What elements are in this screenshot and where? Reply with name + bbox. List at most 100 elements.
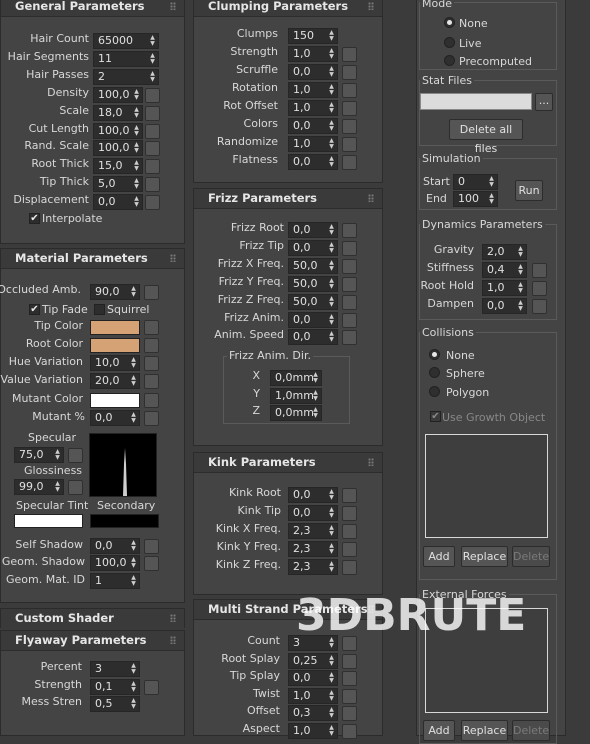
dynamics-root-hold-map-button[interactable] [532,281,547,296]
external-replace-button[interactable]: Replace [461,720,508,741]
spinner-arrows-icon[interactable]: ▲ ▼ [328,66,335,78]
dynamics-stiffness-spinner[interactable]: 0,4 ▲ ▼ [482,262,527,278]
secondary-swatch[interactable] [90,514,159,528]
spinner-arrows-icon[interactable]: ▲ ▼ [328,313,335,326]
collision-delete-button[interactable]: Delete [512,546,550,567]
kink-kink-x-freq-map-button[interactable] [342,524,357,539]
frizz-frizz-root-map-button[interactable] [342,223,357,238]
spinner-arrows-icon[interactable]: ▲ ▼ [312,372,319,384]
spinner-arrows-icon[interactable]: ▲ ▼ [328,241,335,254]
multi-strand-aspect-map-button[interactable] [342,723,357,739]
general-density-map-button[interactable] [145,87,160,103]
frizz-parameters-header[interactable]: Frizz Parameters [194,189,382,209]
hue-variation-map-button[interactable] [144,356,159,371]
dynamics-dampen-spinner[interactable]: 0,0 ▲ ▼ [482,298,527,314]
flyaway-percent-spinner[interactable]: 3 ▲ ▼ [90,661,140,677]
spinner-arrows-icon[interactable]: ▲ ▼ [130,680,137,693]
spinner-arrows-icon[interactable]: ▲ ▼ [133,160,140,172]
frizz-dir-z-spinner[interactable]: 0,0mm ▲ ▼ [270,405,322,421]
spinner-arrows-icon[interactable]: ▲ ▼ [328,561,335,573]
spinner-arrows-icon[interactable]: ▲ ▼ [517,282,524,294]
glossiness-spinner[interactable]: 99,0 ▲ ▼ [14,479,64,495]
clumping-rotation-spinner[interactable]: 1,0 ▲ ▼ [288,82,338,98]
general-tip-thick-spinner[interactable]: 5,0 ▲ ▼ [93,176,143,193]
clumping-clumps-spinner[interactable]: 150 ▲ ▼ [288,28,338,44]
collision-none-radio[interactable] [429,349,440,360]
kink-kink-y-freq-spinner[interactable]: 2,3 ▲ ▼ [288,541,338,557]
frizz-frizz-tip-spinner[interactable]: 0,0 ▲ ▼ [288,239,338,256]
spinner-arrows-icon[interactable]: ▲ ▼ [328,30,335,42]
geom-shadow-map-button[interactable] [144,556,159,571]
clumping-parameters-header[interactable]: Clumping Parameters [194,0,382,17]
spinner-arrows-icon[interactable]: ▲ ▼ [328,138,335,150]
clumping-strength-spinner[interactable]: 1,0 ▲ ▼ [288,46,338,62]
frizz-dir-y-spinner[interactable]: 1,0mm ▲ ▼ [270,387,322,404]
general-cut-length-map-button[interactable] [145,123,160,139]
tip-fade-checkbox[interactable]: ✔ [29,304,40,315]
general-rand-scale-spinner[interactable]: 100,0 ▲ ▼ [93,140,143,157]
sim-start-spinner[interactable]: 0 ▲ ▼ [453,174,498,190]
geom-shadow-spinner[interactable]: 100,0 ▲ ▼ [90,555,140,571]
spinner-arrows-icon[interactable]: ▲ ▼ [328,672,335,684]
clumping-scruffle-spinner[interactable]: 0,0 ▲ ▼ [288,64,338,80]
kink-kink-x-freq-spinner[interactable]: 2,3 ▲ ▼ [288,523,338,539]
squirrel-checkbox[interactable] [94,304,105,315]
spinner-arrows-icon[interactable]: ▲ ▼ [130,540,137,552]
frizz-anim-speed-map-button[interactable] [342,330,357,346]
kink-kink-tip-map-button[interactable] [342,506,357,521]
kink-kink-root-spinner[interactable]: 0,0 ▲ ▼ [288,487,338,503]
frizz-dir-x-spinner[interactable]: 0,0mm ▲ ▼ [270,370,322,386]
frizz-frizz-x-freq-map-button[interactable] [342,258,357,274]
clumping-scruffle-map-button[interactable] [342,65,357,80]
hue-variation-spinner[interactable]: 10,0 ▲ ▼ [90,355,140,371]
multi-strand-root-splay-spinner[interactable]: 0,25 ▲ ▼ [288,652,338,669]
external-add-button[interactable]: Add [423,720,455,741]
mutant-color-map-button[interactable] [144,393,159,408]
general-tip-thick-map-button[interactable] [145,177,160,193]
collision-sphere-radio[interactable] [429,367,440,378]
multi-strand-tip-splay-map-button[interactable] [342,671,357,686]
spinner-arrows-icon[interactable]: ▲ ▼ [328,120,335,132]
spinner-arrows-icon[interactable]: ▲ ▼ [328,543,335,555]
flyaway-mess-stren-spinner[interactable]: 0,5 ▲ ▼ [90,696,140,712]
specular-spinner[interactable]: 75,0 ▲ ▼ [14,447,64,463]
tip-color-swatch[interactable] [90,320,140,335]
clumping-colors-map-button[interactable] [342,119,357,134]
general-displacement-spinner[interactable]: 0,0 ▲ ▼ [93,194,143,211]
general-hair-passes-spinner[interactable]: 2 ▲ ▼ [93,68,159,85]
multi-strand-root-splay-map-button[interactable] [342,653,357,669]
spinner-arrows-icon[interactable]: ▲ ▼ [149,35,156,47]
spinner-arrows-icon[interactable]: ▲ ▼ [133,178,140,190]
clumping-rot-offset-spinner[interactable]: 1,0 ▲ ▼ [288,100,338,116]
spinner-arrows-icon[interactable]: ▲ ▼ [54,481,61,493]
geom-mat-id-spinner[interactable]: 1 ▲ ▼ [90,573,140,589]
value-variation-map-button[interactable] [144,374,159,389]
dynamics-stiffness-map-button[interactable] [532,263,547,278]
spinner-arrows-icon[interactable]: ▲ ▼ [328,48,335,60]
kink-kink-z-freq-spinner[interactable]: 2,3 ▲ ▼ [288,559,338,575]
multi-strand-aspect-spinner[interactable]: 1,0 ▲ ▼ [288,722,338,739]
mode-precomputed-radio[interactable] [444,55,455,66]
value-variation-spinner[interactable]: 20,0 ▲ ▼ [90,373,140,389]
self-shadow-spinner[interactable]: 0,0 ▲ ▼ [90,538,140,554]
collision-replace-button[interactable]: Replace [461,546,508,567]
occluded-amb-map-button[interactable] [144,285,159,300]
general-hair-segments-spinner[interactable]: 11 ▲ ▼ [93,50,159,67]
general-parameters-header[interactable]: General Parameters [1,0,184,17]
mutant-percent-map-button[interactable] [144,411,159,426]
frizz-frizz-x-freq-spinner[interactable]: 50,0 ▲ ▼ [288,257,338,274]
sim-end-spinner[interactable]: 100 ▲ ▼ [453,191,498,207]
clumping-flatness-spinner[interactable]: 0,0 ▲ ▼ [288,154,338,170]
spinner-arrows-icon[interactable]: ▲ ▼ [328,724,335,737]
kink-kink-z-freq-map-button[interactable] [342,560,357,575]
spinner-arrows-icon[interactable]: ▲ ▼ [328,259,335,272]
spinner-arrows-icon[interactable]: ▲ ▼ [133,196,140,208]
clumping-rotation-map-button[interactable] [342,83,357,98]
general-scale-spinner[interactable]: 18,0 ▲ ▼ [93,104,143,121]
spinner-arrows-icon[interactable]: ▲ ▼ [328,507,335,519]
frizz-frizz-z-freq-spinner[interactable]: 50,0 ▲ ▼ [288,293,338,310]
material-parameters-header[interactable]: Material Parameters [1,249,184,269]
frizz-frizz-anim-spinner[interactable]: 0,0 ▲ ▼ [288,311,338,328]
mode-none-radio[interactable] [444,17,455,28]
general-displacement-map-button[interactable] [145,195,160,211]
